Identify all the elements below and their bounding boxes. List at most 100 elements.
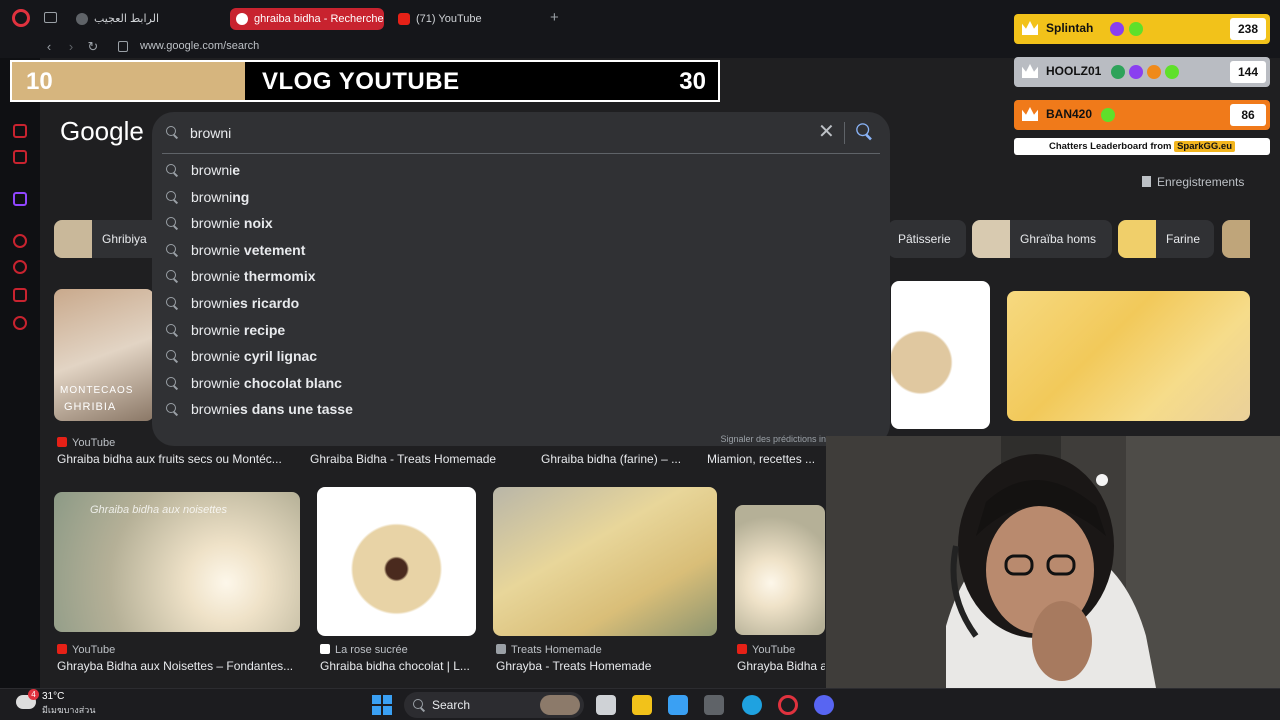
report-predictions-link[interactable]: Signaler des prédictions in <box>720 434 826 444</box>
weather-temperature[interactable]: 31°C <box>42 691 64 702</box>
image-result-noisettes-2[interactable] <box>735 505 825 635</box>
suggestion-item[interactable]: brownie chocolat blanc <box>152 370 890 397</box>
chip-ghraiba-homs[interactable]: Ghraïba homs <box>972 220 1112 258</box>
divider <box>162 153 880 154</box>
edge-icon[interactable] <box>742 695 762 715</box>
opera-logo-icon[interactable] <box>12 9 30 27</box>
taskbar-widget-icon[interactable] <box>540 695 580 715</box>
google-logo[interactable]: Google <box>60 116 144 147</box>
discord-icon[interactable] <box>814 695 834 715</box>
image-result-treats[interactable] <box>493 487 717 636</box>
tab-arabic-link[interactable]: الرابط العجيب <box>70 8 220 30</box>
player-icon[interactable] <box>13 234 27 248</box>
suggestion-item[interactable]: brownie vetement <box>152 237 890 264</box>
suggestion-completion: es ricardo <box>232 294 300 311</box>
suggestion-completion: chocolat blanc <box>240 374 342 391</box>
badge-icon <box>1101 108 1115 122</box>
forward-arrow-icon[interactable]: › <box>62 38 80 56</box>
suggestion-item[interactable]: brownie thermomix <box>152 263 890 290</box>
search-icon <box>166 270 178 282</box>
back-arrow-icon[interactable]: ‹ <box>40 38 58 56</box>
twitch-icon[interactable] <box>13 192 27 206</box>
chip-label: Farine <box>1166 232 1201 246</box>
suggestion-item[interactable]: brownies dans une tasse <box>152 396 890 423</box>
chip-ghribiya[interactable]: Ghribiya <box>54 220 164 258</box>
tab-manager-icon[interactable] <box>44 12 57 23</box>
windows-start-icon[interactable] <box>372 695 392 715</box>
app-icon[interactable] <box>704 695 724 715</box>
leaderboard-row: BAN420 86 <box>1014 100 1270 130</box>
divider <box>844 122 845 144</box>
suggestion-item[interactable]: brownie <box>152 157 890 184</box>
suggestion-item[interactable]: browning <box>152 184 890 211</box>
image-title[interactable]: Ghraiba Bidha - Treats Homemade <box>310 452 530 466</box>
badge-icon <box>1165 65 1179 79</box>
weather-badge: 4 <box>28 689 39 700</box>
suggestion-completion: thermomix <box>240 268 316 285</box>
chip-patisserie[interactable]: Pâtisserie <box>888 220 966 258</box>
leaderboard-row: Splintah 238 <box>1014 14 1270 44</box>
image-result-star-cookies[interactable] <box>1007 291 1250 421</box>
suggestion-typed: browni <box>191 162 233 178</box>
image-result-montecaos[interactable]: MONTECAOS GHRIBIA <box>54 289 154 421</box>
file-explorer-icon[interactable] <box>632 695 652 715</box>
badge-icon <box>1111 65 1125 79</box>
windows-taskbar: 4 31°C มีเมฆบางส่วน Search <box>0 688 1280 720</box>
image-title[interactable]: Ghraiba bidha (farine) – ... <box>541 452 691 466</box>
extensions-icon[interactable] <box>13 288 27 302</box>
browser-sidebar <box>0 58 40 688</box>
new-tab-button[interactable]: + <box>550 10 564 26</box>
image-title[interactable]: Ghraiba bidha chocolat | L... <box>320 659 480 673</box>
chip-farine[interactable]: Farine <box>1118 220 1214 258</box>
crown-icon <box>1022 21 1038 35</box>
opera-gx-icon[interactable] <box>778 695 798 715</box>
youtube-icon <box>737 644 747 654</box>
weather-description[interactable]: มีเมฆบางส่วน <box>42 703 95 717</box>
suggestion-item[interactable]: brownie recipe <box>152 317 890 344</box>
suggestion-item[interactable]: brownie noix <box>152 210 890 237</box>
image-source[interactable]: La rose sucrée <box>320 644 408 656</box>
badge-icon <box>1129 65 1143 79</box>
source-label: La rose sucrée <box>335 644 408 656</box>
image-overlay-text: MONTECAOS <box>60 385 134 396</box>
suggestion-item[interactable]: brownies ricardo <box>152 290 890 317</box>
settings-gear-icon[interactable] <box>13 316 27 330</box>
suggestion-completion: cyril lignac <box>240 348 318 365</box>
search-autocomplete-panel: ✕ brownie browning brownie noix brownie … <box>152 112 890 446</box>
leaderboard-brand: SparkGG.eu <box>1174 141 1236 152</box>
leaderboard-footer-text: Chatters Leaderboard from <box>1048 141 1172 152</box>
search-icon <box>166 126 178 138</box>
suggestion-item[interactable]: brownie cyril lignac <box>152 343 890 370</box>
chip-more[interactable] <box>1222 220 1250 258</box>
webcam-person-image <box>826 436 1280 688</box>
search-submit-icon[interactable] <box>856 123 872 139</box>
image-result-chocolat[interactable] <box>317 487 476 636</box>
sidebar-app-icon[interactable] <box>13 150 27 164</box>
url-field[interactable]: www.google.com/search <box>140 40 259 52</box>
image-source[interactable]: YouTube <box>737 644 795 656</box>
search-input[interactable] <box>190 122 790 144</box>
image-source[interactable]: YouTube <box>57 644 115 656</box>
suggestion-typed: brownie <box>191 348 241 365</box>
image-source[interactable]: Treats Homemade <box>496 644 602 656</box>
image-title[interactable]: Ghrayba Bidha a <box>737 659 825 673</box>
history-icon[interactable] <box>13 260 27 274</box>
image-source[interactable]: YouTube <box>57 437 115 449</box>
chip-label: Ghribiya <box>102 232 147 246</box>
saved-link[interactable]: Enregistrements <box>1142 175 1244 189</box>
reload-icon[interactable]: ↻ <box>84 38 102 56</box>
store-icon[interactable] <box>668 695 688 715</box>
sidebar-app-icon[interactable] <box>13 124 27 138</box>
tab-google-search[interactable]: ghraiba bidha - Recherche <box>230 8 384 30</box>
tab-youtube[interactable]: (71) YouTube <box>392 8 542 30</box>
task-view-icon[interactable] <box>596 695 616 715</box>
image-result-cookie[interactable] <box>891 281 990 429</box>
image-title[interactable]: Ghrayba Bidha aux Noisettes – Fondantes.… <box>57 659 302 673</box>
image-title[interactable]: Miamion, recettes ... <box>707 452 825 466</box>
image-title[interactable]: Ghrayba - Treats Homemade <box>496 659 716 673</box>
clear-icon[interactable]: ✕ <box>818 122 835 142</box>
search-icon <box>166 350 178 362</box>
image-title[interactable]: Ghraiba bidha aux fruits secs ou Montéc.… <box>57 452 297 466</box>
image-result-noisettes[interactable]: Ghraiba bidha aux noisettes <box>54 492 300 632</box>
search-icon <box>166 323 178 336</box>
